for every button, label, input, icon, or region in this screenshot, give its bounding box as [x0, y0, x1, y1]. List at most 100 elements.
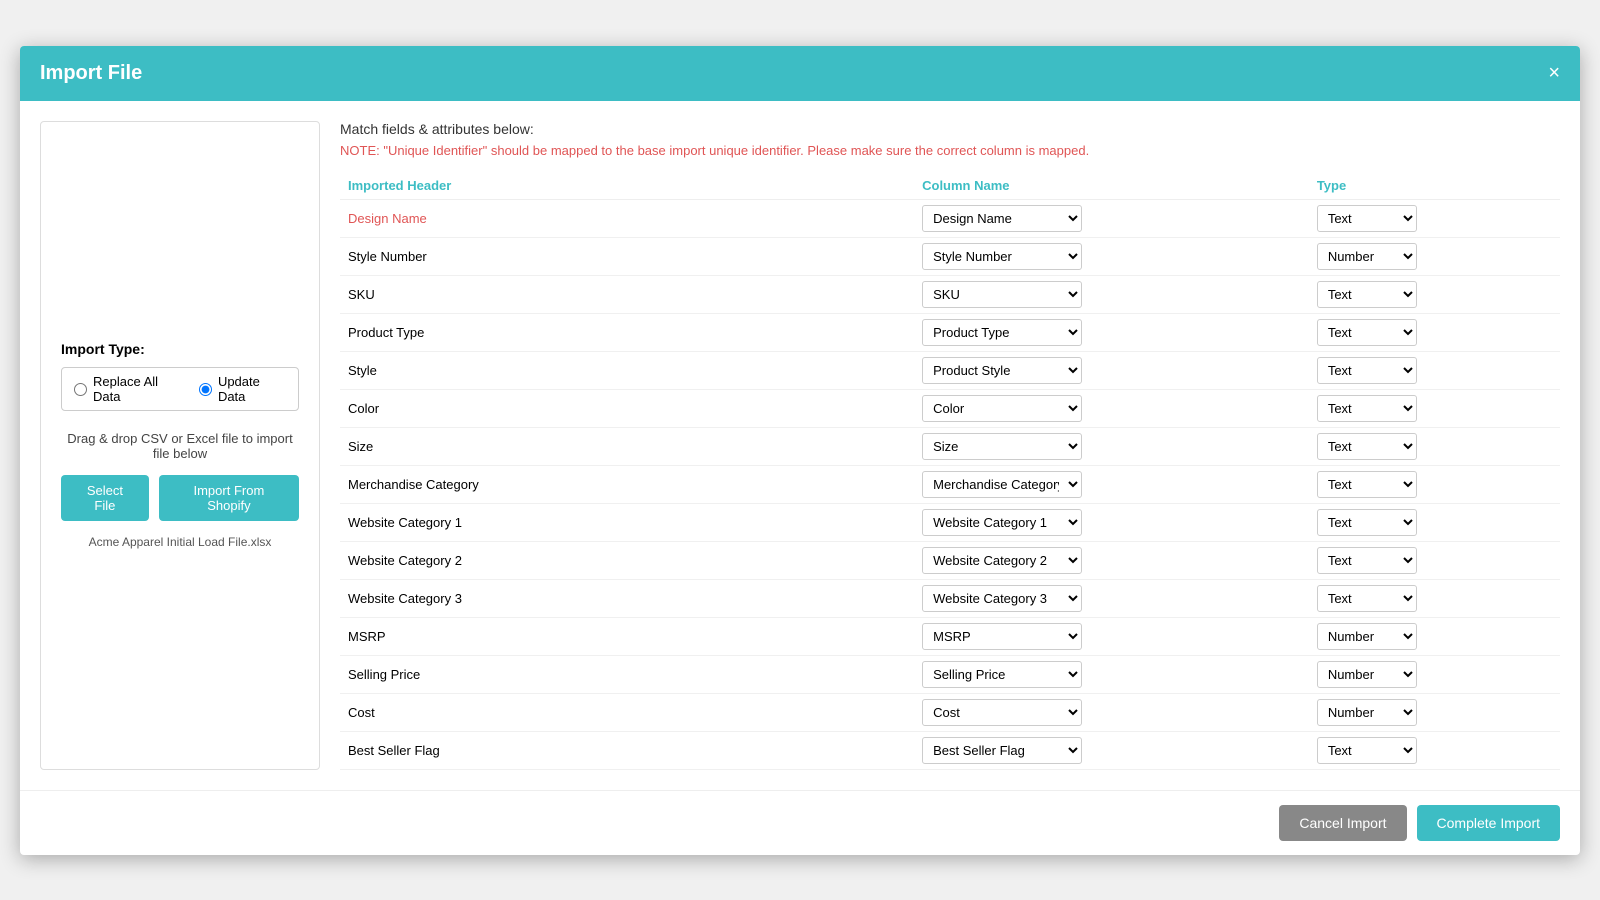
table-row: Website Category 1Design NameStyle Numbe… [340, 503, 1560, 541]
table-row: SKUDesign NameStyle NumberSKUProduct Typ… [340, 275, 1560, 313]
column-select[interactable]: Design NameStyle NumberSKUProduct TypePr… [922, 205, 1082, 232]
import-shopify-button[interactable]: Import From Shopify [159, 475, 299, 521]
type-cell: TextNumberDateBoolean [1309, 731, 1560, 769]
type-cell: TextNumberDateBoolean [1309, 541, 1560, 579]
radio-replace-text: Replace All Data [93, 374, 183, 404]
type-select[interactable]: TextNumberDateBoolean [1317, 243, 1417, 270]
column-name-cell: Design NameStyle NumberSKUProduct TypePr… [914, 275, 1309, 313]
column-name-cell: Design NameStyle NumberSKUProduct TypePr… [914, 313, 1309, 351]
th-column-name: Column Name [914, 172, 1309, 200]
column-name-cell: Design NameStyle NumberSKUProduct TypePr… [914, 617, 1309, 655]
type-cell: TextNumberDateBoolean [1309, 617, 1560, 655]
table-row: Best Seller FlagDesign NameStyle NumberS… [340, 731, 1560, 769]
type-cell: TextNumberDateBoolean [1309, 351, 1560, 389]
type-select[interactable]: TextNumberDateBoolean [1317, 585, 1417, 612]
type-select[interactable]: TextNumberDateBoolean [1317, 737, 1417, 764]
modal-title: Import File [40, 62, 142, 85]
type-select[interactable]: TextNumberDateBoolean [1317, 357, 1417, 384]
type-select[interactable]: TextNumberDateBoolean [1317, 661, 1417, 688]
type-select[interactable]: TextNumberDateBoolean [1317, 623, 1417, 650]
type-cell: TextNumberDateBoolean [1309, 579, 1560, 617]
column-select[interactable]: Design NameStyle NumberSKUProduct TypePr… [922, 471, 1082, 498]
type-select[interactable]: TextNumberDateBoolean [1317, 205, 1417, 232]
close-button[interactable]: × [1548, 63, 1560, 83]
radio-update-data[interactable] [199, 383, 212, 396]
table-row: Merchandise Category Design NameStyle Num… [340, 465, 1560, 503]
radio-group: Replace All Data Update Data [61, 367, 299, 411]
type-select[interactable]: TextNumberDateBoolean [1317, 547, 1417, 574]
column-select[interactable]: Design NameStyle NumberSKUProduct TypePr… [922, 433, 1082, 460]
column-select[interactable]: Design NameStyle NumberSKUProduct TypePr… [922, 661, 1082, 688]
drag-drop-text: Drag & drop CSV or Excel file to import … [61, 431, 299, 461]
radio-update-text: Update Data [218, 374, 286, 404]
column-select[interactable]: Design NameStyle NumberSKUProduct TypePr… [922, 509, 1082, 536]
imported-header-cell: MSRP [340, 617, 914, 655]
table-row: Size Design NameStyle NumberSKUProduct Ty… [340, 427, 1560, 465]
table-header-row: Imported Header Column Name Type [340, 172, 1560, 200]
table-row: Cost Design NameStyle NumberSKUProduct Ty… [340, 693, 1560, 731]
column-name-cell: Design NameStyle NumberSKUProduct TypePr… [914, 503, 1309, 541]
type-cell: TextNumberDateBoolean [1309, 427, 1560, 465]
type-select[interactable]: TextNumberDateBoolean [1317, 509, 1417, 536]
th-imported-header: Imported Header [340, 172, 914, 200]
column-name-cell: Design NameStyle NumberSKUProduct TypePr… [914, 541, 1309, 579]
radio-replace-label[interactable]: Replace All Data [74, 374, 183, 404]
radio-update-label[interactable]: Update Data [199, 374, 286, 404]
table-row: Product TypeDesign NameStyle NumberSKUPr… [340, 313, 1560, 351]
type-select[interactable]: TextNumberDateBoolean [1317, 319, 1417, 346]
type-select[interactable]: TextNumberDateBoolean [1317, 471, 1417, 498]
radio-replace-all[interactable] [74, 383, 87, 396]
type-cell: TextNumberDateBoolean [1309, 313, 1560, 351]
select-file-button[interactable]: Select File [61, 475, 149, 521]
th-type: Type [1309, 172, 1560, 200]
type-select[interactable]: TextNumberDateBoolean [1317, 433, 1417, 460]
file-name: Acme Apparel Initial Load File.xlsx [89, 535, 272, 549]
type-cell: TextNumberDateBoolean [1309, 275, 1560, 313]
type-select[interactable]: TextNumberDateBoolean [1317, 281, 1417, 308]
modal-header: Import File × [20, 46, 1580, 101]
column-select[interactable]: Design NameStyle NumberSKUProduct TypePr… [922, 395, 1082, 422]
left-panel: Import Type: Replace All Data Update Dat… [40, 121, 320, 770]
table-row: Website Category 3 Design NameStyle Numbe… [340, 579, 1560, 617]
note-text: NOTE: "Unique Identifier" should be mapp… [340, 143, 1560, 158]
table-row: Website Category 2 Design NameStyle Numbe… [340, 541, 1560, 579]
type-select[interactable]: TextNumberDateBoolean [1317, 395, 1417, 422]
type-cell: TextNumberDateBoolean [1309, 237, 1560, 275]
modal-footer: Cancel Import Complete Import [20, 790, 1580, 855]
imported-header-cell: Color [340, 389, 914, 427]
table-row: Style NumberDesign NameStyle NumberSKUPr… [340, 237, 1560, 275]
imported-header-cell: Website Category 2 [340, 541, 914, 579]
type-cell: TextNumberDateBoolean [1309, 655, 1560, 693]
imported-header-cell: Size [340, 427, 914, 465]
button-group: Select File Import From Shopify [61, 475, 299, 521]
type-cell: TextNumberDateBoolean [1309, 503, 1560, 541]
column-select[interactable]: Design NameStyle NumberSKUProduct TypePr… [922, 623, 1082, 650]
imported-header-cell: Design Name [340, 199, 914, 237]
right-panel: Match fields & attributes below: NOTE: "… [340, 121, 1560, 770]
column-select[interactable]: Design NameStyle NumberSKUProduct TypePr… [922, 585, 1082, 612]
cancel-import-button[interactable]: Cancel Import [1279, 805, 1406, 841]
column-select[interactable]: Design NameStyle NumberSKUProduct TypePr… [922, 547, 1082, 574]
imported-header-cell: Cost [340, 693, 914, 731]
column-select[interactable]: Design NameStyle NumberSKUProduct TypePr… [922, 357, 1082, 384]
column-name-cell: Design NameStyle NumberSKUProduct TypePr… [914, 579, 1309, 617]
column-name-cell: Design NameStyle NumberSKUProduct TypePr… [914, 731, 1309, 769]
table-row: Color Design NameStyle NumberSKUProduct T… [340, 389, 1560, 427]
column-select[interactable]: Design NameStyle NumberSKUProduct TypePr… [922, 699, 1082, 726]
type-select[interactable]: TextNumberDateBoolean [1317, 699, 1417, 726]
column-select[interactable]: Design NameStyle NumberSKUProduct TypePr… [922, 319, 1082, 346]
imported-header-cell: Website Category 3 [340, 579, 914, 617]
column-select[interactable]: Design NameStyle NumberSKUProduct TypePr… [922, 243, 1082, 270]
column-name-cell: Design NameStyle NumberSKUProduct TypePr… [914, 655, 1309, 693]
table-row: Design Name Design NameStyle NumberSKUPro… [340, 199, 1560, 237]
match-title: Match fields & attributes below: [340, 121, 1560, 137]
column-name-cell: Design NameStyle NumberSKUProduct TypePr… [914, 693, 1309, 731]
column-select[interactable]: Design NameStyle NumberSKUProduct TypePr… [922, 737, 1082, 764]
column-select[interactable]: Design NameStyle NumberSKUProduct TypePr… [922, 281, 1082, 308]
type-cell: TextNumberDateBoolean [1309, 693, 1560, 731]
imported-header-cell: Merchandise Category [340, 465, 914, 503]
fields-table: Imported Header Column Name Type Design … [340, 172, 1560, 770]
table-row: StyleDesign NameStyle NumberSKUProduct T… [340, 351, 1560, 389]
table-row: Selling PriceDesign NameStyle NumberSKUP… [340, 655, 1560, 693]
complete-import-button[interactable]: Complete Import [1417, 805, 1560, 841]
